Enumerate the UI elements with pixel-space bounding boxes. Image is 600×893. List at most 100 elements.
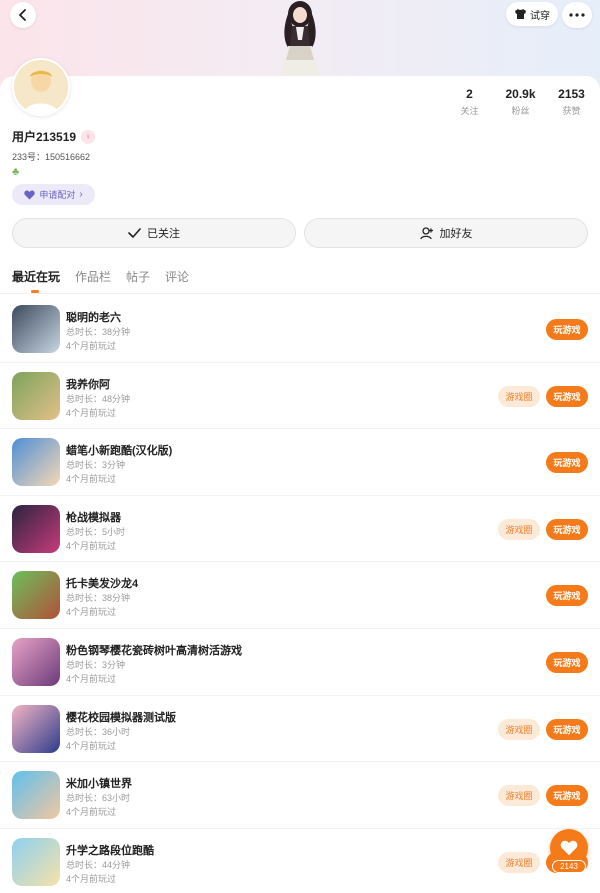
tabs-divider [0, 293, 600, 294]
game-duration: 总时长：38分钟 [66, 327, 131, 337]
game-last-played: 4个月前玩过 [66, 407, 117, 418]
add-friend-label: 加好友 [439, 228, 473, 240]
back-button[interactable] [10, 2, 36, 28]
game-row[interactable]: 我养你阿总时长：48分钟 4个月前玩过 游戏圈 玩游戏 [0, 363, 600, 430]
stat-fans[interactable]: 20.9k 粉丝 [495, 87, 546, 117]
game-last-played: 4个月前玩过 [66, 807, 117, 818]
profile-stats: 2 关注 20.9k 粉丝 2153 获赞 [444, 87, 597, 117]
clover-icon: ♣ [12, 166, 20, 178]
game-last-played: 4个月前玩过 [66, 873, 117, 884]
try-on-label: 试穿 [530, 10, 550, 22]
stat-following[interactable]: 2 关注 [444, 87, 495, 117]
chevron-right-icon: › [79, 189, 83, 200]
game-title: 樱花校园模拟器测试版 [66, 711, 176, 724]
game-circle-button[interactable]: 游戏圈 [498, 851, 540, 873]
game-title: 我养你阿 [66, 378, 110, 391]
game-icon[interactable] [12, 504, 60, 553]
default-user-icon [14, 60, 68, 114]
game-circle-button[interactable]: 游戏圈 [498, 518, 540, 540]
game-row[interactable]: 聪明的老六总时长：38分钟 4个月前玩过 玩游戏 [0, 296, 600, 363]
game-duration: 总时长：48分钟 [66, 393, 131, 404]
check-icon [128, 228, 141, 238]
game-row[interactable]: 枪战模拟器 总时长：5小时 4个月前玩过 游戏圈 玩游戏 [0, 496, 600, 563]
game-row[interactable]: 樱花校园模拟器测试版 总时长：36小时 4个月前玩过 游戏圈 玩游戏 [0, 696, 600, 763]
gender-badge-icon: ♀ [81, 129, 96, 144]
pair-request-button[interactable]: 申请配对 › [12, 184, 95, 205]
stat-likes-label: 获赞 [562, 106, 581, 116]
tab-recent-play[interactable]: 最近在玩 [12, 268, 60, 293]
game-duration: 总时长：44分钟 [66, 859, 131, 870]
game-title: 粉色钢琴樱花瓷砖树叶高清树活游戏 [66, 644, 242, 657]
username-row: 用户213519 ♀ [12, 128, 96, 145]
pair-request-label: 申请配对 [39, 190, 76, 200]
stat-fans-label: 粉丝 [511, 106, 530, 116]
game-duration: 总时长：36小时 [66, 726, 131, 737]
play-game-button[interactable]: 玩游戏 [546, 785, 588, 807]
game-duration: 总时长：5小时 [66, 526, 126, 537]
username: 用户213519 [12, 130, 77, 144]
add-user-icon [419, 226, 433, 239]
tab-posts[interactable]: 帖子 [126, 268, 150, 293]
profile-tabs: 最近在玩 作品栏 帖子 评论 [12, 268, 189, 293]
game-last-played: 4个月前玩过 [66, 673, 117, 684]
more-button[interactable] [562, 2, 592, 28]
game-icon[interactable] [12, 771, 60, 820]
play-game-button[interactable]: 玩游戏 [546, 319, 588, 340]
game-title: 米加小镇世界 [66, 778, 132, 791]
play-game-button[interactable]: 玩游戏 [546, 585, 588, 607]
game-icon[interactable] [12, 371, 60, 420]
game-last-played: 4个月前玩过 [66, 474, 117, 485]
game-title: 蜡笔小新跑酷(汉化版) [66, 445, 173, 458]
tab-comments[interactable]: 评论 [165, 268, 189, 293]
game-row[interactable]: 升学之路段位跑酷总时长：44分钟4个月前玩过游戏圈玩游戏 [0, 829, 600, 893]
game-duration: 总时长：3分钟 [66, 460, 126, 471]
game-circle-button[interactable]: 游戏圈 [498, 785, 540, 807]
avatar[interactable] [12, 58, 70, 116]
stat-following-label: 关注 [460, 106, 479, 116]
game-last-played: 4个月前玩过 [66, 341, 117, 351]
play-game-button[interactable]: 玩游戏 [546, 518, 588, 540]
followed-button[interactable]: 已关注 [12, 218, 296, 248]
recent-games-list: 聪明的老六 总时长：38分钟 4个月前玩过 玩游戏 我养你阿 总时长：48分钟 4个月前玩过… [0, 296, 600, 893]
game-circle-button[interactable]: 游戏圈 [498, 718, 540, 740]
try-on-button[interactable]: 试穿 [506, 2, 558, 26]
heart-icon [24, 190, 35, 199]
game-title: 聪明的老六 [66, 312, 121, 324]
game-icon[interactable] [12, 571, 60, 620]
heart-icon [560, 840, 578, 856]
game-last-played: 4个月前玩过 [66, 607, 117, 618]
add-friend-button[interactable]: 加好友 [304, 218, 588, 248]
chevron-left-icon [19, 9, 26, 21]
shirt-icon [515, 9, 526, 19]
stat-following-value: 2 [466, 87, 473, 101]
game-row[interactable]: 粉色钢琴樱花瓷砖树叶高清树活游戏 总时长：3分钟 4个月前玩过 玩游戏 [0, 629, 600, 696]
play-game-button[interactable]: 玩游戏 [546, 651, 588, 673]
like-count: 2143 [552, 860, 586, 873]
game-title: 升学之路段位跑酷 [66, 844, 154, 857]
game-last-played: 4个月前玩过 [66, 540, 117, 551]
play-game-button[interactable]: 玩游戏 [546, 385, 588, 407]
game-duration: 总时长：38分钟 [66, 593, 131, 604]
game-row[interactable]: 托卡美发沙龙4 总时长：38分钟 4个月前玩过 玩游戏 [0, 562, 600, 629]
more-dots-icon [569, 13, 585, 17]
game-duration: 总时长：63小时 [66, 793, 131, 804]
game-duration: 总时长：3分钟 [66, 659, 126, 670]
user-id: 233号：150516662 [12, 152, 91, 162]
game-row[interactable]: 米加小镇世界 总时长：63小时 4个月前玩过 游戏圈 玩游戏 [0, 762, 600, 829]
stat-likes[interactable]: 2153 获赞 [546, 87, 597, 117]
followed-label: 已关注 [147, 228, 180, 240]
game-icon[interactable] [12, 637, 60, 686]
play-game-button[interactable]: 玩游戏 [546, 718, 588, 740]
stat-likes-value: 2153 [558, 87, 585, 101]
game-icon[interactable] [12, 305, 60, 353]
play-game-button[interactable]: 玩游戏 [546, 452, 588, 474]
game-row[interactable]: 蜡笔小新跑酷(汉化版) 总时长：3分钟 4个月前玩过 玩游戏 [0, 429, 600, 496]
game-circle-button[interactable]: 游戏圈 [498, 385, 540, 407]
game-title: 托卡美发沙龙4 [66, 578, 139, 591]
game-icon[interactable] [12, 704, 60, 753]
stat-fans-value: 20.9k [505, 87, 536, 101]
tab-works[interactable]: 作品栏 [75, 268, 111, 293]
character-avatar-figure [280, 1, 320, 78]
game-icon[interactable] [12, 837, 60, 886]
game-icon[interactable] [12, 438, 60, 487]
